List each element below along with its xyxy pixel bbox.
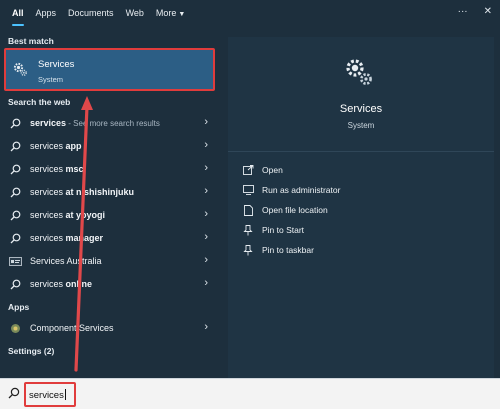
web-result-query: services bbox=[30, 164, 66, 174]
text-caret bbox=[64, 389, 66, 400]
web-result[interactable]: Services Australia › bbox=[4, 250, 218, 272]
web-result-query: services bbox=[30, 210, 66, 220]
search-icon bbox=[8, 164, 22, 175]
action-label: Open bbox=[262, 165, 283, 175]
filter-tabs: All Apps Documents Web More ▼ bbox=[0, 0, 500, 28]
app-result-label: Component Services bbox=[30, 323, 114, 333]
open-icon bbox=[242, 165, 254, 175]
chevron-right-icon: › bbox=[204, 321, 208, 333]
action-pin-to-start[interactable]: Pin to Start bbox=[242, 221, 304, 239]
search-input-value: services bbox=[29, 390, 64, 401]
best-match-title: Services bbox=[38, 59, 75, 70]
web-result-suffix: msc bbox=[65, 164, 84, 174]
web-result-query: services bbox=[30, 233, 66, 243]
web-result-suffix: - See more search results bbox=[66, 119, 160, 128]
web-result[interactable]: services - See more search results › bbox=[4, 112, 218, 134]
shield-icon bbox=[242, 185, 254, 195]
chevron-right-icon: › bbox=[204, 116, 208, 128]
settings-heading: Settings (2) bbox=[8, 346, 55, 356]
pin-icon bbox=[242, 244, 254, 256]
pin-icon bbox=[242, 224, 254, 236]
start-search-panel: All Apps Documents Web More ▼ ··· ✕ Best … bbox=[0, 0, 500, 378]
apps-heading: Apps bbox=[8, 302, 30, 312]
web-result[interactable]: services msc › bbox=[4, 158, 218, 180]
action-label: Open file location bbox=[262, 205, 328, 215]
web-result-query: Services Australia bbox=[30, 256, 102, 266]
action-pin-to-taskbar[interactable]: Pin to taskbar bbox=[242, 241, 314, 259]
best-match-heading: Best match bbox=[8, 36, 54, 46]
action-label: Pin to taskbar bbox=[262, 245, 314, 255]
chevron-right-icon: › bbox=[204, 277, 208, 289]
web-result[interactable]: services manager › bbox=[4, 227, 218, 249]
action-run-as-administrator[interactable]: Run as administrator bbox=[242, 181, 340, 199]
action-open[interactable]: Open bbox=[242, 161, 283, 179]
chevron-right-icon: › bbox=[204, 185, 208, 197]
close-icon[interactable]: ✕ bbox=[484, 6, 492, 17]
tab-documents[interactable]: Documents bbox=[62, 0, 120, 28]
web-result-suffix: at yoyogi bbox=[65, 210, 106, 220]
tab-more-label: More bbox=[155, 8, 177, 18]
chevron-right-icon: › bbox=[204, 139, 208, 151]
web-result-suffix: at nishishinjuku bbox=[65, 187, 135, 197]
chevron-right-icon: › bbox=[204, 208, 208, 220]
action-label: Run as administrator bbox=[262, 185, 341, 195]
chevron-right-icon: › bbox=[204, 254, 208, 266]
tab-more[interactable]: More ▼ bbox=[150, 0, 191, 28]
search-icon bbox=[8, 141, 22, 152]
search-icon bbox=[8, 210, 22, 221]
action-open-file-location[interactable]: Open file location bbox=[242, 201, 328, 219]
search-input[interactable]: services bbox=[24, 382, 76, 407]
best-match-services[interactable]: Services System bbox=[4, 48, 215, 91]
chevron-right-icon: › bbox=[204, 231, 208, 243]
tab-web[interactable]: Web bbox=[120, 0, 150, 28]
tab-apps[interactable]: Apps bbox=[30, 0, 63, 28]
search-icon bbox=[8, 387, 20, 399]
search-icon bbox=[8, 118, 22, 129]
search-icon bbox=[8, 187, 22, 198]
app-result-component-services[interactable]: Component Services › bbox=[4, 317, 218, 339]
web-result-suffix: manager bbox=[65, 233, 104, 243]
web-result-query: services bbox=[30, 141, 66, 151]
file-icon bbox=[242, 204, 254, 216]
detail-divider bbox=[228, 151, 494, 152]
more-options-icon[interactable]: ··· bbox=[458, 6, 468, 17]
web-result-query: services bbox=[30, 187, 66, 197]
search-icon bbox=[8, 279, 22, 290]
action-label: Pin to Start bbox=[262, 225, 305, 235]
web-result[interactable]: services online › bbox=[4, 273, 218, 295]
search-icon bbox=[8, 233, 22, 244]
search-bar: services bbox=[0, 378, 500, 409]
web-result-suffix: app bbox=[65, 141, 82, 151]
detail-pane: Services System Open Run as administrato… bbox=[228, 37, 494, 378]
detail-subtitle: System bbox=[347, 121, 375, 130]
website-icon bbox=[8, 256, 22, 266]
web-result-query: services bbox=[30, 118, 67, 128]
best-match-subtitle: System bbox=[38, 75, 64, 84]
header-actions: ··· ✕ bbox=[458, 6, 492, 17]
component-services-icon bbox=[8, 323, 22, 334]
web-result-suffix: online bbox=[65, 279, 93, 289]
chevron-right-icon: › bbox=[204, 162, 208, 174]
web-result[interactable]: services at yoyogi › bbox=[4, 204, 218, 226]
web-result[interactable]: services app › bbox=[4, 135, 218, 157]
detail-title: Services bbox=[339, 103, 383, 115]
search-web-heading: Search the web bbox=[8, 97, 71, 107]
gear-icon bbox=[346, 59, 372, 85]
web-result-query: services bbox=[30, 279, 66, 289]
web-result[interactable]: services at nishishinjuku › bbox=[4, 181, 218, 203]
tab-all[interactable]: All bbox=[6, 0, 30, 28]
chevron-down-icon: ▼ bbox=[178, 11, 186, 18]
gear-icon bbox=[13, 62, 27, 76]
